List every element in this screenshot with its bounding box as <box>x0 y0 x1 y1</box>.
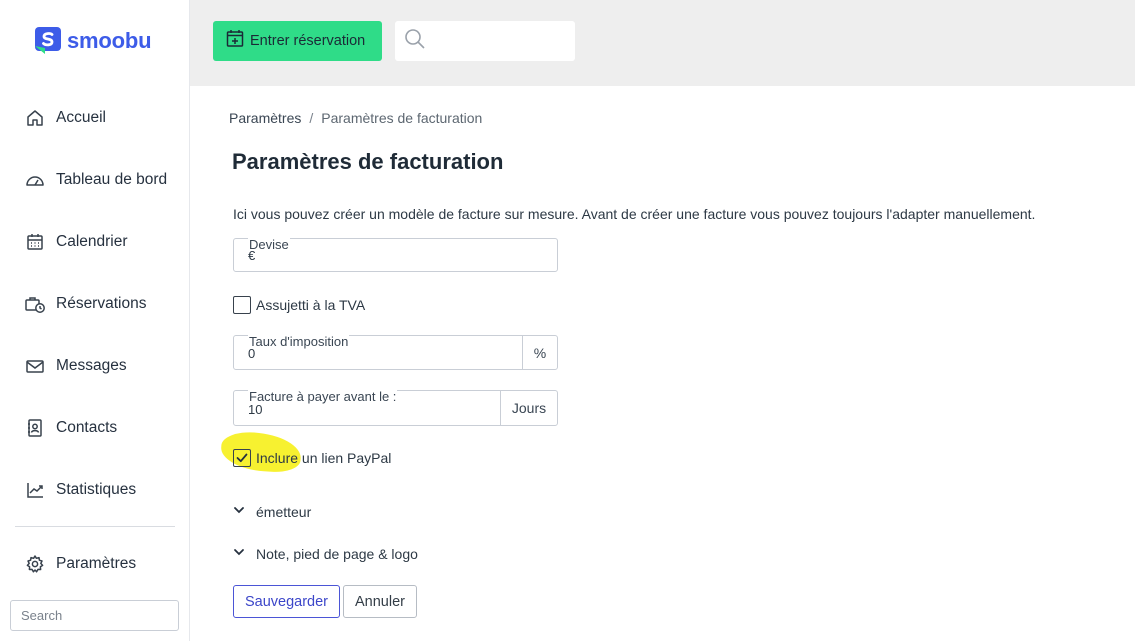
breadcrumb-separator: / <box>309 110 314 126</box>
tax-rate-label: Taux d'imposition <box>248 334 350 349</box>
sidebar-item-label: Accueil <box>56 109 106 126</box>
contact-card-icon <box>24 417 46 439</box>
section-emetteur-label: émetteur <box>256 504 312 520</box>
calendar-plus-icon <box>226 29 244 53</box>
breadcrumb-current: Paramètres de facturation <box>321 110 483 126</box>
chart-line-icon <box>24 479 46 501</box>
tax-rate-field[interactable]: Taux d'imposition 0 % <box>233 334 558 370</box>
sidebar-item-label: Contacts <box>56 419 118 436</box>
enter-reservation-button[interactable]: Entrer réservation <box>213 21 382 61</box>
sidebar-item-label: Messages <box>56 357 127 374</box>
paypal-checkbox-label: Inclure un lien PayPal <box>256 450 392 466</box>
page-title: Paramètres de facturation <box>232 149 504 174</box>
briefcase-clock-icon <box>24 293 46 315</box>
section-emetteur-toggle[interactable]: émetteur <box>233 503 311 521</box>
vat-checkbox-label: Assujetti à la TVA <box>256 297 366 313</box>
breadcrumb: Paramètres / Paramètres de facturation <box>229 110 482 126</box>
tax-rate-unit: % <box>522 336 557 369</box>
paypal-checkbox[interactable] <box>233 449 251 467</box>
sidebar-item-label: Calendrier <box>56 233 128 250</box>
envelope-icon <box>24 355 46 377</box>
chevron-down-icon <box>233 503 245 521</box>
section-note-footer-logo-label: Note, pied de page & logo <box>256 546 418 562</box>
sidebar-item-contacts[interactable]: Contacts <box>24 415 117 441</box>
vat-checkbox[interactable] <box>233 296 251 314</box>
save-button[interactable]: Sauvegarder <box>233 585 340 618</box>
currency-value: € <box>248 248 256 263</box>
payment-due-label: Facture à payer avant le : <box>248 389 398 404</box>
sidebar-search-input[interactable] <box>10 600 179 631</box>
vat-checkbox-row[interactable]: Assujetti à la TVA <box>233 296 365 314</box>
page-intro: Ici vous pouvez créer un modèle de factu… <box>233 206 1036 222</box>
dashboard-gauge-icon <box>24 169 46 191</box>
search-icon <box>404 28 426 55</box>
payment-due-value: 10 <box>248 402 263 417</box>
sidebar-item-reservations[interactable]: Réservations <box>24 291 146 317</box>
sidebar-item-parametres[interactable]: Paramètres <box>24 551 136 577</box>
sidebar-item-tableau-de-bord[interactable]: Tableau de bord <box>24 167 167 193</box>
chevron-down-icon <box>233 545 245 563</box>
logo[interactable]: smoobu <box>33 26 152 56</box>
checkmark-icon <box>236 453 248 463</box>
sidebar-item-label: Réservations <box>56 295 147 312</box>
logo-text: smoobu <box>67 28 152 53</box>
payment-due-unit: Jours <box>500 391 557 425</box>
section-note-footer-logo-toggle[interactable]: Note, pied de page & logo <box>233 545 418 563</box>
sidebar-item-statistiques[interactable]: Statistiques <box>24 477 136 503</box>
calendar-icon <box>24 231 46 253</box>
currency-field[interactable]: Devise € <box>233 237 558 272</box>
tax-rate-value: 0 <box>248 346 256 361</box>
breadcrumb-parent-link[interactable]: Paramètres <box>229 110 301 126</box>
payment-due-field[interactable]: Facture à payer avant le : 10 Jours <box>233 389 558 426</box>
cancel-button[interactable]: Annuler <box>343 585 417 618</box>
gear-icon <box>24 553 46 575</box>
sidebar-item-label: Paramètres <box>56 555 137 572</box>
sidebar-item-label: Statistiques <box>56 481 137 498</box>
sidebar-item-calendrier[interactable]: Calendrier <box>24 229 128 255</box>
home-icon <box>24 107 46 129</box>
topbar: Entrer réservation <box>190 0 1135 86</box>
sidebar-item-messages[interactable]: Messages <box>24 353 127 379</box>
paypal-checkbox-row[interactable]: Inclure un lien PayPal <box>233 449 391 467</box>
smoobu-logo-icon <box>33 26 63 56</box>
sidebar-item-label: Tableau de bord <box>56 171 168 188</box>
sidebar-divider <box>15 526 175 527</box>
sidebar-item-accueil[interactable]: Accueil <box>24 105 106 131</box>
enter-reservation-label: Entrer réservation <box>250 33 366 49</box>
sidebar: smoobu Accueil Tableau de bord Calendrie… <box>0 0 190 641</box>
top-search-input[interactable] <box>395 21 575 61</box>
